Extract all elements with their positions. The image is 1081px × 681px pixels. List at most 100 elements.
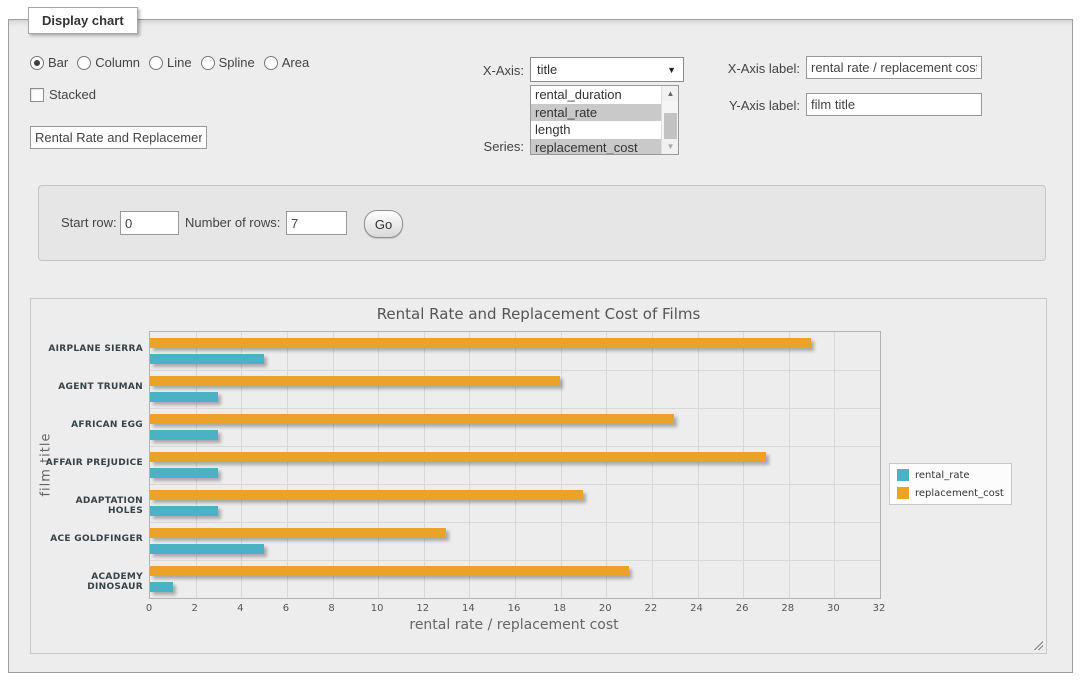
chart-x-axis-title: rental rate / replacement cost	[149, 617, 879, 633]
gridline	[515, 332, 516, 598]
scrollbar[interactable]: ▲ ▼	[661, 86, 678, 154]
radio-icon[interactable]	[201, 56, 215, 70]
gridline	[150, 560, 880, 561]
gridline	[333, 332, 334, 598]
gridline	[424, 332, 425, 598]
chart-title: Rental Rate and Replacement Cost of Film…	[31, 305, 1046, 323]
bar-rental_rate	[150, 506, 218, 516]
bar-rental_rate	[150, 544, 264, 554]
bar-rental_rate	[150, 430, 218, 440]
radio-icon[interactable]	[264, 56, 278, 70]
scrollbar-up-icon[interactable]: ▲	[662, 86, 679, 101]
chart-type-option-area[interactable]: Area	[264, 55, 309, 70]
legend-item-rental_rate: rental_rate	[897, 469, 1004, 481]
y-tick-label: ACE GOLDFINGER	[43, 534, 143, 544]
chart-type-radio-group: Bar Column Line Spline Area	[30, 55, 309, 70]
y-axis-label-label: Y-Axis label:	[706, 98, 800, 113]
x-tick-label: 28	[773, 603, 803, 614]
x-axis-select[interactable]: title ▼	[530, 57, 684, 82]
x-tick-label: 26	[727, 603, 757, 614]
radio-selected-dot	[34, 60, 40, 66]
gridline	[150, 446, 880, 447]
x-tick-label: 0	[134, 603, 164, 614]
bar-rental_rate	[150, 582, 173, 592]
bar-replacement_cost	[150, 528, 446, 538]
x-axis-select-label: X-Axis:	[450, 63, 524, 78]
series-option-length[interactable]: length	[531, 121, 663, 139]
chevron-down-icon: ▼	[667, 65, 683, 75]
chart-type-option-bar[interactable]: Bar	[30, 55, 68, 70]
legend-label: rental_rate	[915, 470, 970, 481]
gridline	[150, 484, 880, 485]
number-of-rows-input[interactable]	[286, 211, 347, 235]
x-tick-label: 8	[317, 603, 347, 614]
legend-label: replacement_cost	[915, 488, 1004, 499]
x-tick-label: 10	[362, 603, 392, 614]
x-axis-label-label: X-Axis label:	[706, 61, 800, 76]
bar-replacement_cost	[150, 338, 811, 348]
y-tick-label: ACADEMY DINOSAUR	[43, 572, 143, 592]
series-select-label: Series:	[440, 139, 524, 154]
bar-replacement_cost	[150, 414, 674, 424]
chart-type-option-label[interactable]: Column	[95, 55, 140, 70]
scrollbar-down-icon[interactable]: ▼	[662, 139, 679, 154]
x-tick-label: 32	[864, 603, 894, 614]
x-tick-label: 18	[545, 603, 575, 614]
gridline	[606, 332, 607, 598]
gridline	[241, 332, 242, 598]
gridline	[378, 332, 379, 598]
x-tick-label: 6	[271, 603, 301, 614]
checkbox-icon[interactable]	[30, 88, 44, 102]
bar-replacement_cost	[150, 376, 560, 386]
bar-rental_rate	[150, 354, 264, 364]
chart-type-option-line[interactable]: Line	[149, 55, 192, 70]
start-row-input[interactable]	[120, 211, 179, 235]
x-tick-label: 12	[408, 603, 438, 614]
gridline	[743, 332, 744, 598]
series-option-rental_rate[interactable]: rental_rate	[531, 104, 663, 122]
y-tick-label: AIRPLANE SIERRA	[43, 344, 143, 354]
gridline	[150, 370, 880, 371]
fieldset-legend: Display chart	[28, 7, 138, 34]
x-tick-label: 4	[225, 603, 255, 614]
x-tick-label: 22	[636, 603, 666, 614]
plot-area	[149, 331, 881, 599]
radio-icon[interactable]	[149, 56, 163, 70]
chart-type-option-column[interactable]: Column	[77, 55, 140, 70]
legend-item-replacement_cost: replacement_cost	[897, 487, 1004, 499]
scrollbar-thumb[interactable]	[664, 113, 677, 139]
legend-swatch	[897, 487, 909, 499]
display-chart-page: Display chart Bar Column Line Spline Area St…	[0, 0, 1081, 681]
legend-swatch	[897, 469, 909, 481]
chart-type-option-label[interactable]: Bar	[48, 55, 68, 70]
x-tick-label: 20	[590, 603, 620, 614]
series-option-replacement_cost[interactable]: replacement_cost	[531, 139, 663, 156]
stacked-label[interactable]: Stacked	[49, 87, 96, 102]
chart-type-option-label[interactable]: Line	[167, 55, 192, 70]
series-option-rental_duration[interactable]: rental_duration	[531, 86, 663, 104]
y-tick-label: AFFAIR PREJUDICE	[43, 458, 143, 468]
gridline	[287, 332, 288, 598]
chart-type-option-label[interactable]: Spline	[219, 55, 255, 70]
gridline	[789, 332, 790, 598]
chart-title-input[interactable]	[30, 126, 207, 149]
bar-replacement_cost	[150, 566, 629, 576]
go-button[interactable]: Go	[364, 210, 403, 238]
radio-icon[interactable]	[30, 56, 44, 70]
x-tick-label: 2	[180, 603, 210, 614]
x-axis-selected-value: title	[531, 62, 667, 77]
number-of-rows-label: Number of rows:	[185, 215, 280, 230]
series-multiselect[interactable]: ▲ ▼ rental_durationrental_ratelengthrepl…	[530, 85, 679, 155]
start-row-label: Start row:	[61, 215, 117, 230]
resize-handle-icon[interactable]	[1032, 639, 1043, 650]
chart-type-option-label[interactable]: Area	[282, 55, 309, 70]
chart-container: Rental Rate and Replacement Cost of Film…	[30, 298, 1047, 654]
stacked-checkbox-row[interactable]: Stacked	[30, 87, 96, 102]
chart-type-option-spline[interactable]: Spline	[201, 55, 255, 70]
bar-replacement_cost	[150, 452, 766, 462]
radio-icon[interactable]	[77, 56, 91, 70]
gridline	[561, 332, 562, 598]
y-axis-label-input[interactable]	[806, 93, 982, 116]
x-axis-label-input[interactable]	[806, 56, 982, 79]
gridline	[150, 408, 880, 409]
